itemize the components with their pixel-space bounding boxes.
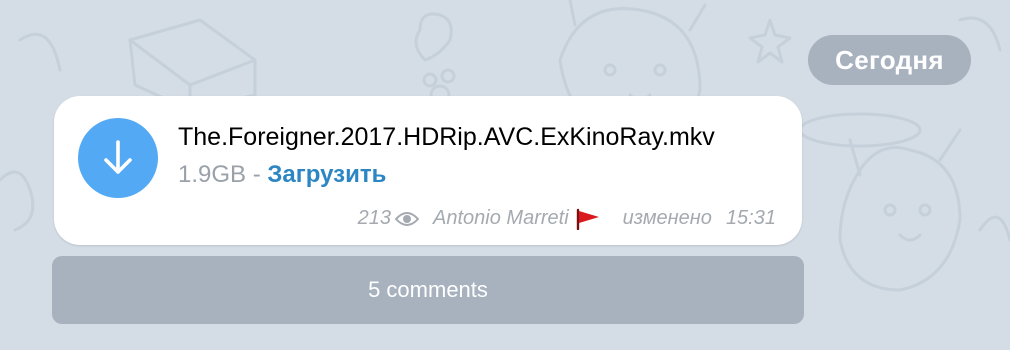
download-button[interactable]	[78, 118, 158, 198]
red-flag-icon	[575, 208, 601, 230]
edited-label: изменено	[622, 207, 712, 229]
view-count: 213	[357, 207, 392, 229]
file-name: The.Foreigner.2017.HDRip.AVC.ExKinoRay.m…	[178, 123, 715, 151]
comments-button[interactable]: 5 comments	[52, 256, 804, 324]
date-separator: Сегодня	[808, 35, 971, 85]
eye-icon	[395, 211, 420, 227]
download-arrow-icon	[104, 140, 132, 174]
file-info: 1.9GB - Загрузить	[178, 161, 386, 189]
file-info-separator: -	[252, 161, 261, 188]
message-time: 15:31	[725, 207, 776, 229]
download-link[interactable]: Загрузить	[267, 161, 386, 188]
file-size: 1.9GB	[178, 161, 247, 188]
author-name[interactable]: Antonio Marreti	[433, 207, 569, 230]
file-message-bubble: The.Foreigner.2017.HDRip.AVC.ExKinoRay.m…	[54, 96, 802, 245]
message-meta: 213 Antonio Marreti изменено 15:31	[358, 207, 776, 230]
